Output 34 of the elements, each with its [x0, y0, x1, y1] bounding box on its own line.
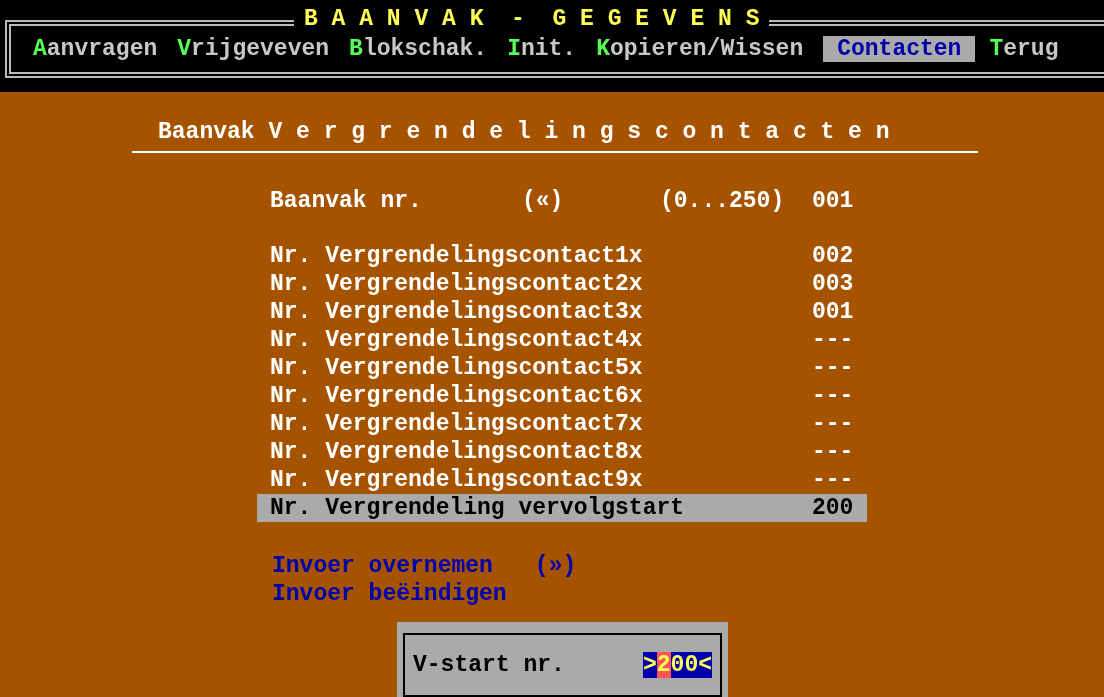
field-label: Nr. Vergrendelingscontact2x	[270, 270, 644, 298]
field-label: Baanvak nr.	[270, 187, 423, 215]
menu-item[interactable]: Kopieren/Wissen	[590, 36, 810, 62]
menu-item[interactable]: Blokschak.	[343, 36, 494, 62]
field-value: 003	[812, 270, 854, 298]
field-label: Nr. Vergrendelingscontact1x	[270, 242, 644, 270]
menu-item[interactable]: Contacten	[823, 36, 976, 62]
selected-row[interactable]: Nr. Vergrendeling vervolgstart 200	[257, 494, 867, 522]
field-label: Nr. Vergrendelingscontact7x	[270, 410, 644, 438]
field-value: ---	[812, 410, 854, 438]
section-heading: Baanvak V e r g r e n d e l i n g s c o n t a c t e n	[132, 119, 978, 153]
menu-item[interactable]: Vrijgeveven	[171, 36, 336, 62]
menu-item[interactable]: Aanvragen	[27, 36, 164, 62]
menu-item[interactable]: Terug	[983, 36, 1065, 62]
field-value: ---	[812, 354, 854, 382]
field-value: ---	[812, 326, 854, 354]
field-label: Nr. Vergrendelingscontact8x	[270, 438, 644, 466]
action-marker: (»)	[534, 552, 577, 580]
field-label: Nr. Vergrendelingscontact6x	[270, 382, 644, 410]
input-field[interactable]: >200<	[642, 652, 712, 678]
field-value: 001	[812, 187, 854, 215]
field-value: ---	[812, 466, 854, 494]
field-marker: («)	[522, 187, 565, 215]
menu-item[interactable]: Init.	[501, 36, 583, 62]
field-value: 002	[812, 242, 854, 270]
field-label: Nr. Vergrendelingscontact5x	[270, 354, 644, 382]
field-label: Nr. Vergrendelingscontact3x	[270, 298, 644, 326]
field-value: ---	[812, 382, 854, 410]
field-range: (0...250)	[660, 187, 786, 215]
field-label: Nr. Vergrendelingscontact4x	[270, 326, 644, 354]
field-value: 001	[812, 298, 854, 326]
dialog-label: V-start nr.	[413, 652, 565, 678]
field-value: ---	[812, 438, 854, 466]
field-label: Nr. Vergrendelingscontact9x	[270, 466, 644, 494]
